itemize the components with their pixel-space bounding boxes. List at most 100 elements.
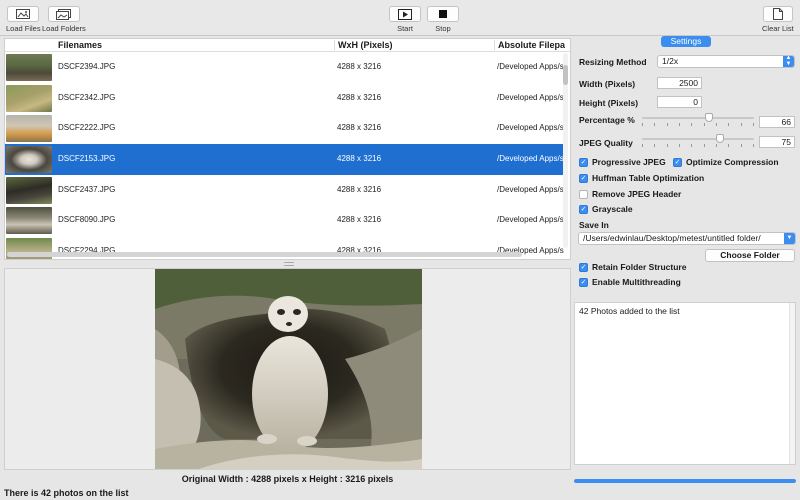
checkmark-icon: ✓: [579, 157, 588, 167]
huffman-checkbox[interactable]: ✓ Huffman Table Optimization: [579, 173, 704, 183]
thumbnail-image: [6, 176, 52, 204]
filename-cell: DSCF2222.JPG: [58, 123, 116, 133]
clear-list-button[interactable]: Clear List: [762, 6, 794, 33]
stop-icon: [439, 10, 447, 18]
remove-jpeg-header-label: Remove JPEG Header: [592, 189, 682, 199]
slider-track: [642, 138, 754, 140]
stop-icon-wrap[interactable]: [427, 6, 459, 22]
height-field[interactable]: 0: [657, 96, 702, 108]
save-in-label: Save In: [579, 220, 609, 230]
table-row[interactable]: DSCF2437.JPG 4288 x 3216 /Developed Apps…: [5, 175, 565, 206]
checkmark-icon: ✓: [579, 277, 588, 287]
path-cell: /Developed Apps/s: [497, 184, 564, 194]
optimize-compression-checkbox[interactable]: ✓ Optimize Compression: [673, 157, 779, 167]
filename-cell: DSCF8090.JPG: [58, 215, 116, 225]
resizing-method-select[interactable]: 1/2x ▲ ▼: [657, 55, 795, 68]
column-header-path[interactable]: Absolute Filepa: [494, 40, 565, 50]
table-row[interactable]: DSCF2222.JPG 4288 x 3216 /Developed Apps…: [5, 113, 565, 144]
multithreading-label: Enable Multithreading: [592, 277, 681, 287]
toolbar: Load Files Load Folders Start Stop Clear…: [0, 0, 800, 36]
size-cell: 4288 x 3216: [337, 215, 382, 225]
scrollbar-thumb[interactable]: [563, 65, 568, 85]
path-cell: /Developed Apps/s: [497, 154, 564, 164]
size-cell: 4288 x 3216: [337, 184, 382, 194]
log-output[interactable]: 42 Photos added to the list: [574, 302, 796, 465]
table-row[interactable]: DSCF2394.JPG 4288 x 3216 /Developed Apps…: [5, 52, 565, 83]
images-folder-icon: [56, 8, 72, 20]
multithreading-checkbox[interactable]: ✓ Enable Multithreading: [579, 277, 681, 287]
log-scrollbar[interactable]: [789, 303, 795, 464]
progressive-jpeg-checkbox[interactable]: ✓ Progressive JPEG: [579, 157, 666, 167]
table-row-selected[interactable]: DSCF2153.JPG 4288 x 3216 /Developed Apps…: [5, 144, 565, 175]
split-view-handle[interactable]: [284, 262, 294, 266]
size-cell: 4288 x 3216: [337, 123, 382, 133]
load-folders-button[interactable]: Load Folders: [42, 6, 86, 33]
load-files-button[interactable]: Load Files: [6, 6, 41, 33]
load-files-label: Load Files: [6, 24, 41, 33]
remove-jpeg-header-checkbox[interactable]: Remove JPEG Header: [579, 189, 681, 199]
start-icon-wrap[interactable]: [389, 6, 421, 22]
thumbnail-image: [6, 146, 52, 174]
width-label: Width (Pixels): [579, 79, 636, 89]
table-row[interactable]: DSCF2342.JPG 4288 x 3216 /Developed Apps…: [5, 83, 565, 114]
load-folders-icon-wrap[interactable]: [47, 6, 80, 22]
chevron-down-icon: ▼: [784, 233, 795, 244]
save-in-path: /Users/edwinlau/Desktop/metest/untitled …: [583, 233, 761, 243]
height-label: Height (Pixels): [579, 98, 639, 108]
status-text: There is 42 photos on the list: [4, 488, 129, 498]
progress-bar: [574, 479, 796, 483]
slider-knob[interactable]: [705, 113, 713, 122]
checkbox-empty-icon: [579, 189, 588, 199]
checkmark-icon: ✓: [673, 157, 682, 167]
table-header: Filenames WxH (Pixels) Absolute Filepa: [5, 39, 570, 52]
jpeg-quality-field[interactable]: 75: [759, 136, 795, 148]
progressive-jpeg-label: Progressive JPEG: [592, 157, 666, 167]
log-message: 42 Photos added to the list: [579, 306, 680, 316]
percentage-slider[interactable]: [642, 112, 754, 126]
document-icon: [772, 8, 783, 20]
tab-settings[interactable]: Settings: [661, 36, 711, 47]
load-folders-label: Load Folders: [42, 24, 86, 33]
play-icon: [398, 8, 412, 20]
table-rows: DSCF2394.JPG 4288 x 3216 /Developed Apps…: [5, 52, 565, 259]
save-in-select[interactable]: /Users/edwinlau/Desktop/metest/untitled …: [578, 232, 796, 245]
filename-cell: DSCF2342.JPG: [58, 92, 116, 102]
filename-cell: DSCF2394.JPG: [58, 62, 116, 71]
load-files-icon-wrap[interactable]: [7, 6, 40, 22]
column-header-wxh[interactable]: WxH (Pixels): [334, 40, 393, 50]
start-label: Start: [397, 24, 413, 33]
percentage-label: Percentage %: [579, 115, 635, 125]
filename-cell: DSCF2153.JPG: [58, 154, 116, 164]
thumbnail-image: [6, 115, 52, 143]
jpeg-quality-slider[interactable]: [642, 133, 754, 147]
resizing-method-value: 1/2x: [662, 56, 679, 66]
file-table[interactable]: Filenames WxH (Pixels) Absolute Filepa D…: [4, 38, 571, 260]
progress-fill: [574, 479, 796, 483]
start-button[interactable]: Start: [389, 6, 421, 33]
stop-label: Stop: [435, 24, 451, 33]
path-cell: /Developed Apps/s: [497, 62, 564, 71]
retain-folder-structure-checkbox[interactable]: ✓ Retain Folder Structure: [579, 262, 686, 272]
path-cell: /Developed Apps/s: [497, 215, 564, 225]
chevron-updown-icon: ▲ ▼: [783, 56, 794, 67]
slider-knob[interactable]: [716, 134, 724, 143]
optimize-compression-label: Optimize Compression: [686, 157, 779, 167]
grayscale-label: Grayscale: [592, 204, 633, 214]
table-horizontal-scrollbar[interactable]: [7, 252, 522, 257]
path-cell: /Developed Apps/s: [497, 92, 564, 102]
thumbnail-image: [6, 84, 52, 112]
clear-list-icon-wrap[interactable]: [762, 6, 793, 22]
width-field[interactable]: 2500: [657, 77, 702, 89]
table-vertical-scrollbar[interactable]: [563, 53, 568, 248]
stop-button[interactable]: Stop: [427, 6, 459, 33]
choose-folder-button[interactable]: Choose Folder: [705, 249, 795, 262]
retain-folder-structure-label: Retain Folder Structure: [592, 262, 687, 272]
resizing-method-label: Resizing Method: [579, 57, 647, 67]
percentage-field[interactable]: 66: [759, 116, 795, 128]
grayscale-checkbox[interactable]: ✓ Grayscale: [579, 204, 633, 214]
table-row[interactable]: DSCF8090.JPG 4288 x 3216 /Developed Apps…: [5, 205, 565, 236]
column-header-filenames[interactable]: Filenames: [58, 40, 102, 50]
jpeg-quality-label: JPEG Quality: [579, 138, 633, 148]
slider-track: [642, 117, 754, 119]
meerkat-photo: [155, 269, 422, 469]
